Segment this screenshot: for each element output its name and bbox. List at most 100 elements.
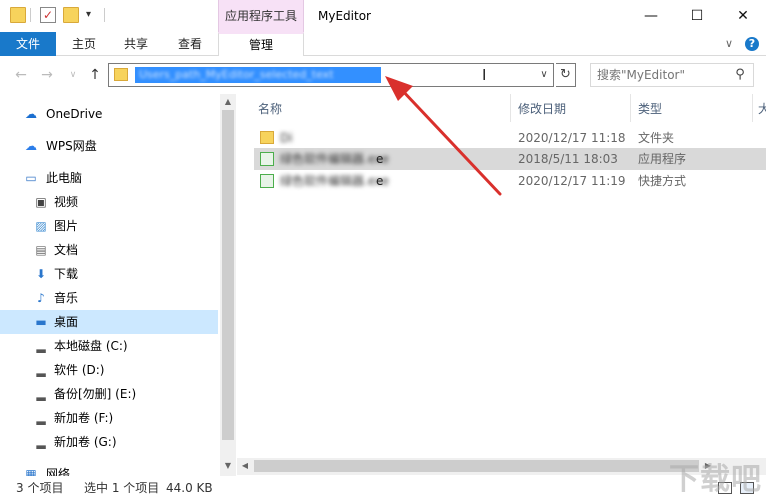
scroll-down-icon[interactable]: ▼	[222, 460, 234, 472]
scroll-left-icon[interactable]: ◀	[239, 460, 251, 472]
divider	[510, 94, 511, 122]
sidebar-item-onedrive[interactable]: ☁ OneDrive	[0, 102, 218, 126]
sidebar-item-label: 备份[勿删] (E:)	[54, 387, 137, 401]
tab-file[interactable]: 文件	[0, 32, 56, 56]
folder-icon	[114, 68, 128, 81]
sidebar-item-label: 新加卷 (F:)	[54, 411, 114, 425]
application-icon	[260, 152, 274, 166]
divider	[104, 8, 105, 22]
customize-toolbar-icon[interactable]: ▾	[86, 7, 96, 23]
sidebar-item-downloads[interactable]: ⬇ 下载	[0, 262, 218, 286]
sidebar-item-pictures[interactable]: ▨ 图片	[0, 214, 218, 238]
sidebar-scroll-thumb[interactable]	[222, 110, 234, 440]
text-cursor-icon: I	[482, 66, 487, 84]
sidebar-item-drive-d[interactable]: ▂ 软件 (D:)	[0, 358, 218, 382]
horizontal-scroll-thumb[interactable]	[254, 460, 699, 472]
file-ext: e	[376, 152, 384, 166]
close-button[interactable]: ✕	[720, 0, 766, 32]
sidebar-item-network[interactable]: ▦ 网络	[0, 462, 218, 476]
sidebar-item-drive-e[interactable]: ▂ 备份[勿删] (E:)	[0, 382, 218, 406]
sidebar-item-label: 下载	[54, 267, 79, 281]
app-tools-context-tab: 应用程序工具	[218, 0, 304, 32]
minimize-button[interactable]: —	[628, 0, 674, 32]
app-tools-label: 应用程序工具	[224, 9, 297, 23]
file-date: 2020/12/17 11:19	[518, 174, 626, 188]
sidebar-item-drive-c[interactable]: ▂ 本地磁盘 (C:)	[0, 334, 218, 358]
sidebar-item-documents[interactable]: ▤ 文档	[0, 238, 218, 262]
file-date: 2020/12/17 11:18	[518, 131, 626, 145]
new-folder-icon[interactable]	[63, 7, 79, 23]
sidebar-item-music[interactable]: ♪ 音乐	[0, 286, 218, 310]
address-path-text: Users_path_MyEditor_selected_text	[139, 68, 334, 81]
recent-locations-icon[interactable]: ∨	[64, 66, 82, 84]
sidebar-item-label: 网络	[46, 467, 71, 476]
sidebar-item-drive-f[interactable]: ▂ 新加卷 (F:)	[0, 406, 218, 430]
document-icon: ▤	[35, 243, 47, 257]
file-date: 2018/5/11 18:03	[518, 152, 618, 166]
sidebar-item-label: 新加卷 (G:)	[54, 435, 117, 449]
expand-ribbon-icon[interactable]: ∨	[722, 37, 736, 51]
sidebar-item-label: 软件 (D:)	[54, 363, 105, 377]
file-type: 文件夹	[638, 131, 675, 145]
search-icon[interactable]: ⚲	[732, 67, 748, 83]
sidebar-item-this-pc[interactable]: ▭ 此电脑	[0, 166, 218, 190]
table-row[interactable]: 绿色软件编辑器.exe e 2018/5/11 18:03 应用程序	[254, 148, 766, 170]
music-icon: ♪	[37, 291, 45, 305]
picture-icon: ▨	[35, 219, 47, 233]
sidebar-item-label: 本地磁盘 (C:)	[54, 339, 128, 353]
drive-icon: ▂	[36, 363, 46, 377]
help-icon[interactable]: ?	[745, 37, 759, 51]
maximize-button[interactable]: ☐	[674, 0, 720, 32]
file-name: 绿色软件编辑器.exe	[280, 174, 390, 188]
chevron-down-icon[interactable]: ∨	[536, 66, 552, 84]
watermark: 下载吧	[669, 462, 762, 497]
selection-count: 选中 1 个项目	[84, 481, 160, 495]
sidebar-item-label: 视频	[54, 195, 79, 209]
search-box[interactable]	[590, 63, 754, 87]
shortcut-icon	[260, 174, 274, 188]
window-title: MyEditor	[318, 9, 371, 23]
file-type: 快捷方式	[638, 174, 687, 188]
sidebar-item-videos[interactable]: ▣ 视频	[0, 190, 218, 214]
table-row[interactable]: Di 2020/12/17 11:18 文件夹	[254, 127, 766, 149]
search-input[interactable]	[591, 64, 727, 86]
sidebar-item-desktop[interactable]: ▬ 桌面	[0, 310, 218, 334]
address-path-selected[interactable]: Users_path_MyEditor_selected_text	[135, 67, 381, 83]
cloud-icon: ☁	[25, 139, 37, 153]
forward-arrow-icon[interactable]: →	[38, 66, 56, 84]
back-arrow-icon[interactable]: ←	[12, 66, 30, 84]
divider	[630, 94, 631, 122]
download-icon: ⬇	[35, 267, 47, 281]
folder-icon	[10, 7, 26, 23]
tab-view[interactable]: 查看	[170, 32, 210, 56]
network-icon: ▦	[25, 467, 37, 476]
sidebar-item-drive-g[interactable]: ▂ 新加卷 (G:)	[0, 430, 218, 454]
column-header-type[interactable]: 类型	[638, 98, 662, 120]
drive-icon: ▂	[36, 411, 46, 425]
properties-icon[interactable]: ✓	[40, 7, 56, 23]
column-header-name[interactable]: 名称	[258, 98, 282, 120]
sidebar-item-wps[interactable]: ☁ WPS网盘	[0, 134, 218, 158]
tab-manage[interactable]: 管理	[218, 32, 304, 56]
sidebar-item-label: 桌面	[54, 315, 79, 329]
table-row[interactable]: 绿色软件编辑器.exe e 2020/12/17 11:19 快捷方式	[254, 170, 766, 192]
file-type: 应用程序	[638, 152, 687, 166]
drive-icon: ▂	[36, 435, 46, 449]
sidebar-item-label: 文档	[54, 243, 79, 257]
file-name: Di	[280, 131, 293, 145]
tab-home[interactable]: 主页	[64, 32, 104, 56]
sidebar-item-label: OneDrive	[46, 107, 103, 121]
tab-share[interactable]: 共享	[116, 32, 156, 56]
divider	[752, 94, 753, 122]
column-header-size[interactable]: 大	[758, 98, 766, 120]
divider	[30, 8, 31, 22]
column-header-date[interactable]: 修改日期	[518, 98, 566, 120]
refresh-button[interactable]: ↻	[556, 63, 576, 87]
folder-icon	[260, 131, 274, 144]
up-arrow-icon[interactable]: ↑	[86, 66, 104, 84]
scroll-up-icon[interactable]: ▲	[222, 96, 234, 108]
sidebar-item-label: 音乐	[54, 291, 79, 305]
ribbon-bar	[0, 32, 766, 56]
sidebar-item-label: WPS网盘	[46, 139, 97, 153]
item-count: 3 个项目	[16, 481, 64, 495]
